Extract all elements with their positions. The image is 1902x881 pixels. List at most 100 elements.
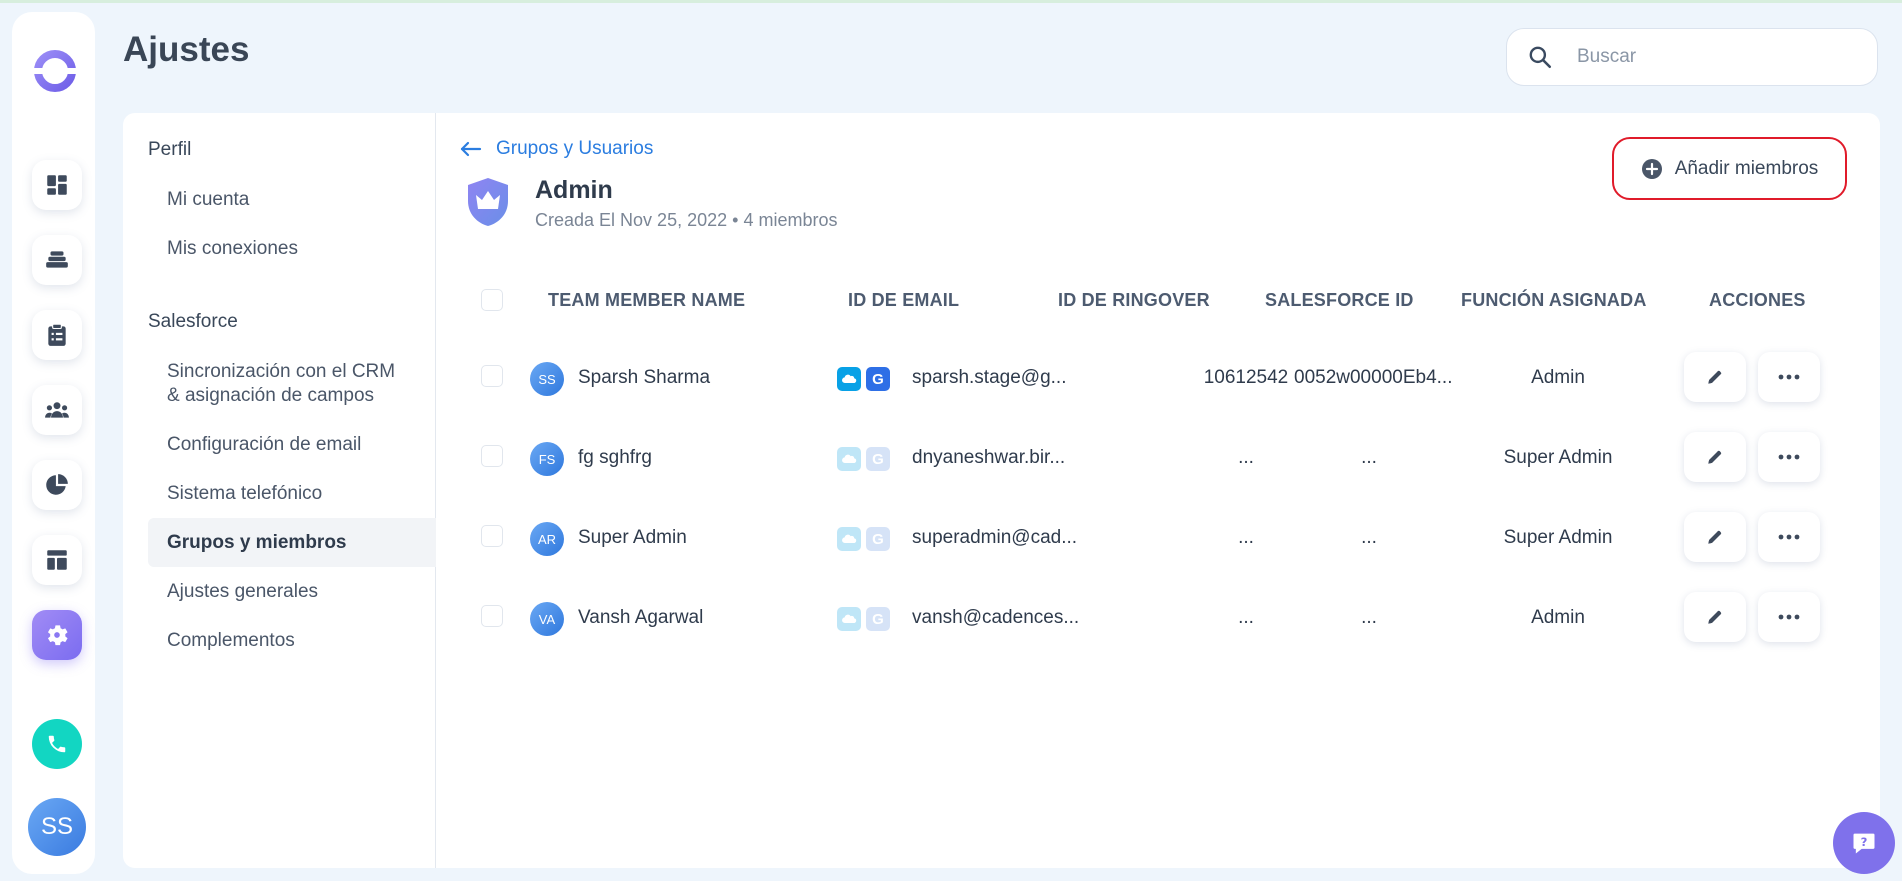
nav-item-my-account[interactable]: Mi cuenta xyxy=(148,188,436,212)
pencil-icon xyxy=(1708,450,1722,464)
row-checkbox[interactable] xyxy=(481,525,503,547)
phone-dialer-button[interactable] xyxy=(32,719,82,769)
nav-section-profile: Perfil xyxy=(148,139,192,160)
member-name: Sparsh Sharma xyxy=(578,367,711,388)
nav-settings[interactable] xyxy=(32,610,82,660)
table-row: AR Super Admin G superadmin@cad... ... .… xyxy=(470,508,1850,568)
row-checkbox[interactable] xyxy=(481,445,503,467)
member-name: fg sghfrg xyxy=(578,447,652,468)
cadence-stack-icon xyxy=(46,251,68,268)
edit-member-button[interactable] xyxy=(1684,352,1746,402)
search-input[interactable] xyxy=(1575,45,1839,69)
column-header-name[interactable]: TEAM MEMBER NAME xyxy=(548,290,745,311)
meta-separator: • xyxy=(732,210,739,230)
member-salesforce-id: ... xyxy=(1361,447,1377,468)
salesforce-cloud-icon xyxy=(837,447,861,471)
nav-reports[interactable] xyxy=(32,460,82,510)
phone-icon xyxy=(48,735,66,753)
nav-people[interactable] xyxy=(32,385,82,435)
more-options-button[interactable] xyxy=(1758,432,1820,482)
nav-cadences[interactable] xyxy=(32,235,82,285)
member-avatar: AR xyxy=(530,522,564,556)
nav-item-addons[interactable]: Complementos xyxy=(148,629,436,653)
pencil-icon xyxy=(1708,530,1722,544)
user-avatar[interactable]: SS xyxy=(28,798,86,856)
page-title: Ajustes xyxy=(123,30,250,69)
settings-card: Perfil Mi cuenta Mis conexiones Salesfor… xyxy=(123,113,1880,868)
more-options-button[interactable] xyxy=(1758,592,1820,642)
table-row: VA Vansh Agarwal G vansh@cadences... ...… xyxy=(470,588,1850,648)
table-row: SS Sparsh Sharma G sparsh.stage@g... 106… xyxy=(470,348,1850,408)
column-header-ringover[interactable]: ID DE RINGOVER xyxy=(1058,290,1210,311)
ellipsis-icon xyxy=(1778,374,1800,380)
group-member-count: 4 miembros xyxy=(743,210,838,230)
more-options-button[interactable] xyxy=(1758,512,1820,562)
edit-member-button[interactable] xyxy=(1684,512,1746,562)
settings-nav: Perfil Mi cuenta Mis conexiones Salesfor… xyxy=(123,113,436,868)
nav-tasks[interactable] xyxy=(32,310,82,360)
select-all-checkbox[interactable] xyxy=(481,289,503,311)
member-avatar: VA xyxy=(530,602,564,636)
group-created-date: Creada El Nov 25, 2022 xyxy=(535,210,728,230)
settings-gear-icon xyxy=(47,625,68,646)
member-email: sparsh.stage@g... xyxy=(912,367,1067,388)
table-row: FS fg sghfrg G dnyaneshwar.bir... ... ..… xyxy=(470,428,1850,488)
nav-item-my-connections[interactable]: Mis conexiones xyxy=(148,237,436,261)
member-email: dnyaneshwar.bir... xyxy=(912,447,1066,468)
pencil-icon xyxy=(1708,370,1722,384)
edit-member-button[interactable] xyxy=(1684,592,1746,642)
google-icon: G xyxy=(866,367,890,391)
group-meta: Creada El Nov 25, 2022 • 4 miembros xyxy=(535,210,838,231)
nav-item-email-config[interactable]: Configuración de email xyxy=(148,433,436,457)
salesforce-cloud-icon xyxy=(837,527,861,551)
add-members-button[interactable]: Añadir miembros xyxy=(1612,137,1847,200)
app-logo-icon[interactable] xyxy=(32,48,78,94)
templates-icon xyxy=(47,550,67,570)
member-email: vansh@cadences... xyxy=(912,607,1080,628)
people-icon xyxy=(45,402,69,418)
member-avatar: FS xyxy=(530,442,564,476)
ellipsis-icon xyxy=(1778,454,1800,460)
arrow-left-icon xyxy=(460,141,482,157)
row-checkbox[interactable] xyxy=(481,365,503,387)
dashboard-icon xyxy=(47,175,67,195)
nav-templates[interactable] xyxy=(32,535,82,585)
google-icon: G xyxy=(866,447,890,471)
member-role: Admin xyxy=(1531,367,1585,388)
column-header-role[interactable]: FUNCIÓN ASIGNADA xyxy=(1461,290,1647,311)
back-link[interactable]: Grupos y Usuarios xyxy=(460,138,653,160)
row-checkbox[interactable] xyxy=(481,605,503,627)
google-icon: G xyxy=(866,607,890,631)
pencil-icon xyxy=(1708,610,1722,624)
edit-member-button[interactable] xyxy=(1684,432,1746,482)
ellipsis-icon xyxy=(1778,534,1800,540)
nav-item-phone-system[interactable]: Sistema telefónico xyxy=(148,482,436,506)
salesforce-cloud-icon xyxy=(837,367,861,391)
member-ringover-id: 10612542 xyxy=(1203,367,1289,388)
column-header-salesforce[interactable]: SALESFORCE ID xyxy=(1265,290,1414,311)
column-header-email[interactable]: ID DE EMAIL xyxy=(848,290,959,311)
search-box[interactable] xyxy=(1506,28,1878,86)
more-options-button[interactable] xyxy=(1758,352,1820,402)
google-icon: G xyxy=(866,527,890,551)
member-name: Super Admin xyxy=(578,527,687,548)
member-salesforce-id: ... xyxy=(1361,607,1377,628)
add-members-label: Añadir miembros xyxy=(1674,157,1819,179)
back-link-label: Grupos y Usuarios xyxy=(496,138,654,159)
admin-shield-icon xyxy=(468,178,508,226)
nav-section-salesforce: Salesforce xyxy=(148,311,238,332)
nav-item-crm-sync[interactable]: Sincronización con el CRM & asignación d… xyxy=(148,360,408,408)
column-header-actions: ACCIONES xyxy=(1709,290,1806,310)
member-avatar: SS xyxy=(530,362,564,396)
help-chat-button[interactable]: ? xyxy=(1833,812,1895,874)
top-accent-line xyxy=(0,0,1902,3)
app-sidebar: SS xyxy=(12,12,95,874)
member-ringover-id: ... xyxy=(1238,607,1254,628)
member-email: superadmin@cad... xyxy=(912,527,1078,548)
nav-item-groups-members[interactable]: Grupos y miembros xyxy=(148,518,436,567)
member-role: Super Admin xyxy=(1503,527,1613,548)
nav-item-general-settings[interactable]: Ajustes generales xyxy=(148,580,436,604)
plus-circle-icon xyxy=(1641,158,1662,179)
member-ringover-id: ... xyxy=(1238,527,1254,548)
nav-dashboard[interactable] xyxy=(32,160,82,210)
